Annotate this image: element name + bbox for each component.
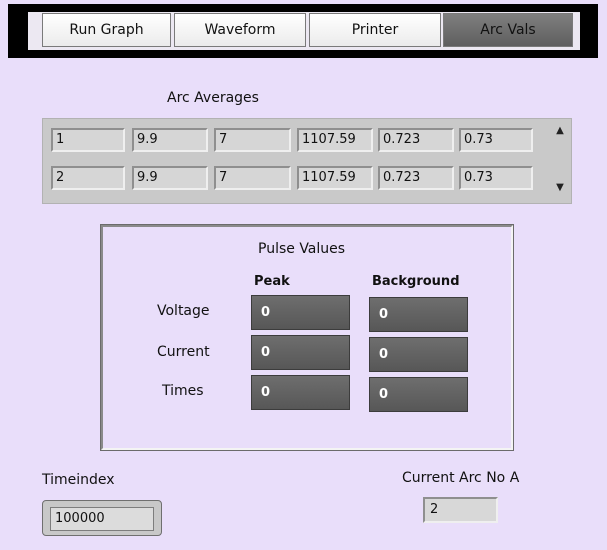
table-cell[interactable]: 1107.59	[297, 166, 373, 190]
table-cell[interactable]: 7	[214, 128, 291, 152]
times-peak-value[interactable]: 0	[251, 375, 350, 410]
current-background-value[interactable]: 0	[369, 337, 468, 372]
arc-averages-title: Arc Averages	[167, 90, 259, 106]
table-scrollbar[interactable]: ▲ ▼	[548, 119, 572, 203]
table-cell[interactable]: 7	[214, 166, 291, 190]
table-cell[interactable]: 9.9	[132, 166, 208, 190]
tab-bar: Run Graph Waveform Printer Arc Vals	[0, 0, 607, 64]
current-arc-label: Current Arc No A	[402, 470, 520, 486]
arrow-up-icon[interactable]: ▲	[548, 124, 572, 138]
voltage-peak-value[interactable]: 0	[251, 295, 350, 330]
timeindex-label: Timeindex	[42, 472, 115, 488]
current-label: Current	[157, 344, 210, 360]
table-cell[interactable]: 0.723	[378, 128, 454, 152]
current-arc-field[interactable]: 2	[423, 497, 498, 523]
peak-column-header: Peak	[254, 274, 290, 289]
table-cell[interactable]: 0.73	[459, 128, 533, 152]
times-background-value[interactable]: 0	[369, 377, 468, 412]
table-cell[interactable]: 1	[51, 128, 125, 152]
table-cell[interactable]: 0.73	[459, 166, 533, 190]
table-cell[interactable]: 1107.59	[297, 128, 373, 152]
voltage-background-value[interactable]: 0	[369, 297, 468, 332]
background-column-header: Background	[372, 274, 460, 289]
timeindex-control: 100000	[42, 500, 162, 536]
table-cell[interactable]: 0.723	[378, 166, 454, 190]
table-cell[interactable]: 9.9	[132, 128, 208, 152]
tab-waveform[interactable]: Waveform	[174, 13, 306, 47]
current-peak-value[interactable]: 0	[251, 335, 350, 370]
table-cell[interactable]: 2	[51, 166, 125, 190]
arrow-down-icon[interactable]: ▼	[548, 181, 572, 195]
app-window: Run Graph Waveform Printer Arc Vals Arc …	[0, 0, 607, 550]
tab-printer[interactable]: Printer	[309, 13, 441, 47]
pulse-values-panel: Pulse Values Peak Background Voltage 0 0…	[100, 224, 514, 451]
tab-arc-vals[interactable]: Arc Vals	[443, 13, 573, 47]
arc-averages-table: 1 9.9 7 1107.59 0.723 0.73 2 9.9 7 1107.…	[42, 118, 572, 204]
voltage-label: Voltage	[157, 303, 210, 319]
timeindex-field[interactable]: 100000	[50, 507, 154, 531]
pulse-values-title: Pulse Values	[258, 241, 346, 257]
tab-run-graph[interactable]: Run Graph	[42, 13, 171, 47]
times-label: Times	[162, 383, 204, 399]
